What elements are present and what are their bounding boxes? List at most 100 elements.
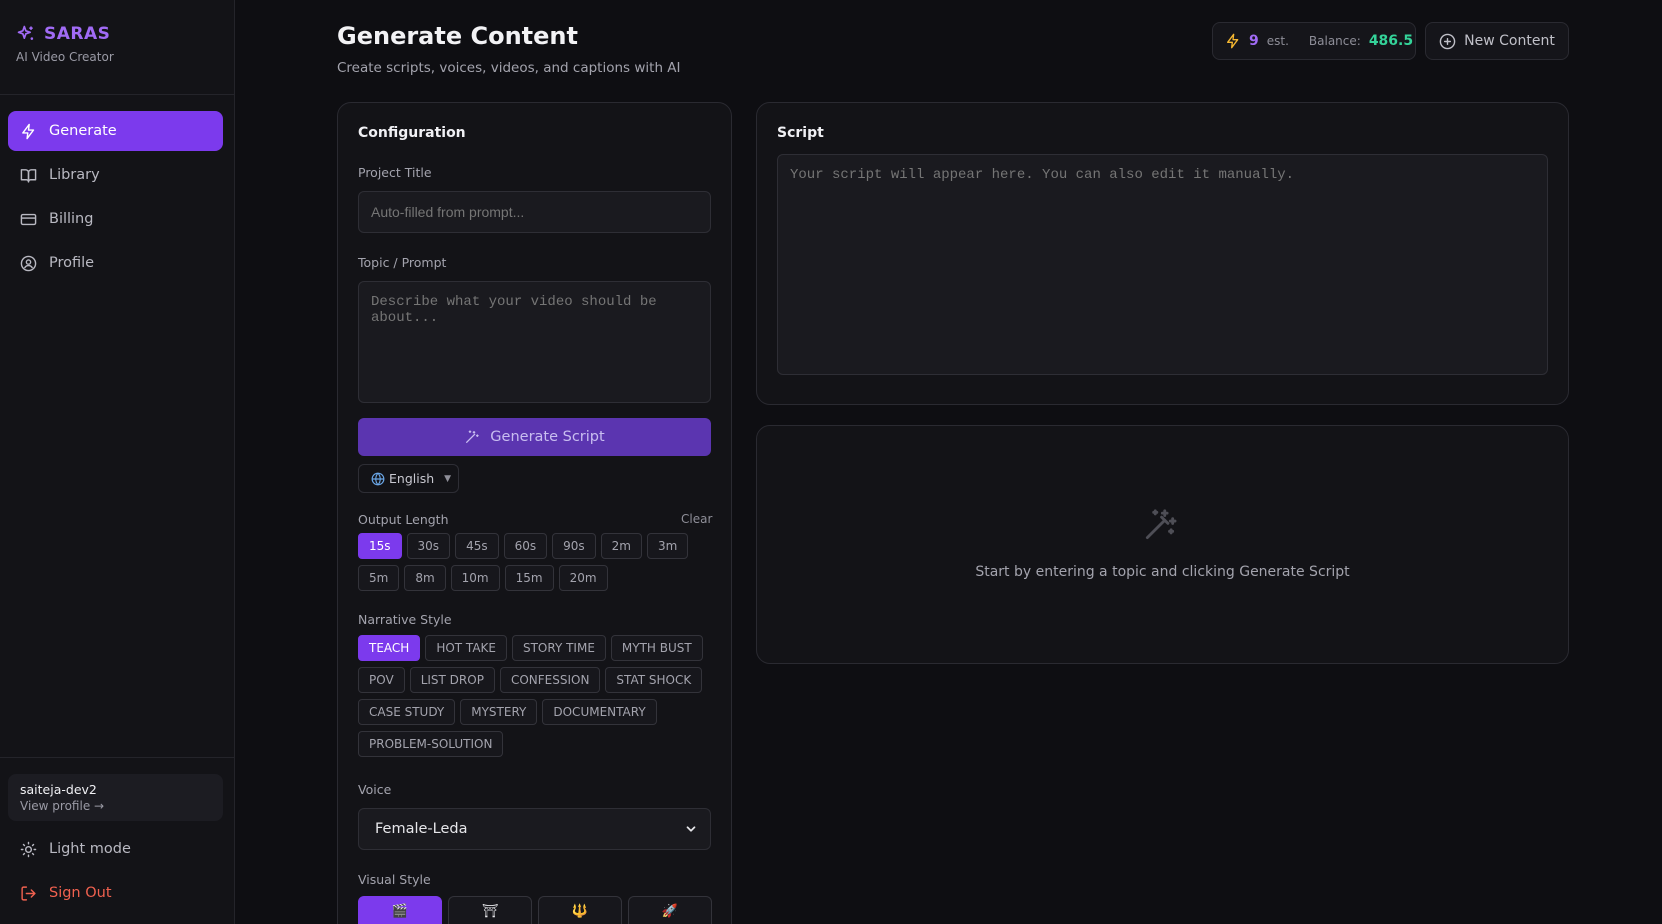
length-option-20m[interactable]: 20m	[558, 565, 608, 591]
logout-icon	[20, 885, 37, 902]
sign-out-label: Sign Out	[49, 885, 112, 901]
new-content-label: New Content	[1464, 33, 1555, 49]
length-option-15m[interactable]: 15m	[504, 565, 554, 591]
length-option-10m[interactable]: 10m	[450, 565, 500, 591]
sidebar: SARAS AI Video Creator Generate Library …	[0, 0, 235, 924]
visual-style-options: 🎬 ⛩ 🔱 🚀	[358, 896, 712, 924]
narrative-option-teach[interactable]: TEACH	[358, 635, 421, 661]
book-icon	[20, 167, 37, 184]
brand[interactable]: SARAS AI Video Creator	[16, 24, 114, 64]
balance-value: 486.5	[1368, 33, 1414, 49]
light-mode-toggle[interactable]: Light mode	[8, 829, 223, 869]
balance-label: Balance:	[1308, 34, 1361, 48]
page-subtitle: Create scripts, voices, videos, and capt…	[337, 60, 681, 76]
project-title-input[interactable]	[358, 191, 711, 233]
user-name: saiteja-dev2	[20, 782, 97, 797]
visual-style-option[interactable]: 🔱	[538, 896, 622, 924]
voice-select[interactable]: Female-Leda	[358, 808, 711, 850]
language-select[interactable]: English ▼	[358, 464, 459, 493]
narrative-options-row: PROBLEM-SOLUTION	[358, 731, 504, 757]
sidebar-divider	[0, 757, 235, 758]
user-icon	[20, 255, 37, 272]
bolt-icon	[20, 123, 37, 140]
empty-state-card: Start by entering a topic and clicking G…	[756, 425, 1569, 664]
length-option-15s[interactable]: 15s	[358, 533, 402, 559]
magic-wand-icon	[1141, 506, 1179, 544]
user-card[interactable]: saiteja-dev2 View profile →	[8, 774, 223, 821]
estimated-label: est.	[1266, 34, 1289, 48]
sidebar-item-label: Billing	[49, 211, 94, 227]
brand-name: SARAS	[44, 24, 111, 44]
card-icon	[20, 211, 37, 228]
narrative-option-mystery[interactable]: MYSTERY	[460, 699, 538, 725]
plus-circle-icon	[1439, 33, 1456, 50]
empty-state-text: Start by entering a topic and clicking G…	[975, 564, 1350, 580]
sidebar-divider	[0, 94, 235, 95]
length-option-30s[interactable]: 30s	[406, 533, 451, 559]
sidebar-item-generate[interactable]: Generate	[8, 111, 223, 151]
view-profile-link[interactable]: View profile →	[20, 799, 211, 813]
narrative-option-stat-shock[interactable]: STAT SHOCK	[605, 667, 703, 693]
chevron-down-icon	[684, 822, 698, 836]
sidebar-item-label: Profile	[49, 255, 95, 271]
narrative-option-list-drop[interactable]: LIST DROP	[409, 667, 495, 693]
chevron-down-icon: ▼	[444, 473, 452, 484]
bolt-icon	[1225, 33, 1241, 49]
sidebar-item-profile[interactable]: Profile	[8, 243, 223, 283]
visual-style-label: Visual Style	[358, 872, 431, 887]
generate-script-button[interactable]: Generate Script	[358, 418, 711, 456]
narrative-option-confession[interactable]: CONFESSION	[499, 667, 601, 693]
script-title: Script	[777, 125, 824, 141]
sidebar-item-billing[interactable]: Billing	[8, 199, 223, 239]
length-option-3m[interactable]: 3m	[646, 533, 689, 559]
length-option-8m[interactable]: 8m	[404, 565, 446, 591]
topic-prompt-input[interactable]	[358, 281, 711, 403]
length-options-row: 15s 30s 45s 60s 90s 2m 3m	[358, 533, 689, 559]
narrative-style-label: Narrative Style	[358, 612, 452, 627]
narrative-option-pov[interactable]: POV	[358, 667, 405, 693]
length-options-row: 5m 8m 10m 15m 20m	[358, 565, 608, 591]
narrative-options-row: CASE STUDY MYSTERY DOCUMENTARY	[358, 699, 657, 725]
narrative-option-problem-solution[interactable]: PROBLEM-SOLUTION	[358, 731, 504, 757]
narrative-option-hot-take[interactable]: HOT TAKE	[425, 635, 507, 661]
narrative-options-row: POV LIST DROP CONFESSION STAT SHOCK	[358, 667, 703, 693]
length-option-90s[interactable]: 90s	[552, 533, 596, 559]
magic-wand-icon	[464, 429, 480, 445]
narrative-option-story-time[interactable]: STORY TIME	[511, 635, 606, 661]
credits-balance: 9 est. Balance: 486.5	[1212, 22, 1416, 60]
script-editor[interactable]	[777, 154, 1548, 375]
page-title: Generate Content	[337, 22, 578, 50]
light-mode-label: Light mode	[49, 841, 131, 857]
narrative-options-row: TEACH HOT TAKE STORY TIME MYTH BUST	[358, 635, 703, 661]
sun-icon	[20, 841, 37, 858]
globe-icon	[371, 472, 385, 486]
sidebar-item-label: Generate	[49, 123, 117, 139]
sidebar-nav: Generate Library Billing Profile	[8, 111, 223, 287]
length-option-60s[interactable]: 60s	[503, 533, 548, 559]
brand-subtitle: AI Video Creator	[16, 50, 114, 64]
sign-out-button[interactable]: Sign Out	[8, 873, 223, 913]
project-title-label: Project Title	[358, 165, 432, 180]
length-option-2m[interactable]: 2m	[600, 533, 642, 559]
new-content-button[interactable]: New Content	[1425, 22, 1569, 60]
visual-style-option[interactable]: 🎬	[358, 896, 442, 924]
script-card: Script	[756, 102, 1569, 405]
voice-label: Voice	[358, 782, 392, 797]
sparkles-icon	[16, 24, 36, 44]
narrative-option-case-study[interactable]: CASE STUDY	[358, 699, 456, 725]
narrative-option-myth-bust[interactable]: MYTH BUST	[610, 635, 703, 661]
clear-length-button[interactable]: Clear	[681, 512, 712, 526]
topic-label: Topic / Prompt	[358, 255, 447, 270]
length-option-5m[interactable]: 5m	[358, 565, 400, 591]
generate-script-label: Generate Script	[490, 429, 605, 445]
sidebar-item-library[interactable]: Library	[8, 155, 223, 195]
language-value: English	[389, 471, 435, 486]
visual-style-option[interactable]: 🚀	[628, 896, 712, 924]
length-option-45s[interactable]: 45s	[455, 533, 499, 559]
estimated-credits: 9	[1249, 33, 1259, 49]
visual-style-option[interactable]: ⛩	[448, 896, 532, 924]
output-length-label: Output Length	[358, 512, 449, 527]
narrative-option-documentary[interactable]: DOCUMENTARY	[542, 699, 657, 725]
voice-value: Female-Leda	[375, 821, 468, 837]
sidebar-item-label: Library	[49, 167, 100, 183]
